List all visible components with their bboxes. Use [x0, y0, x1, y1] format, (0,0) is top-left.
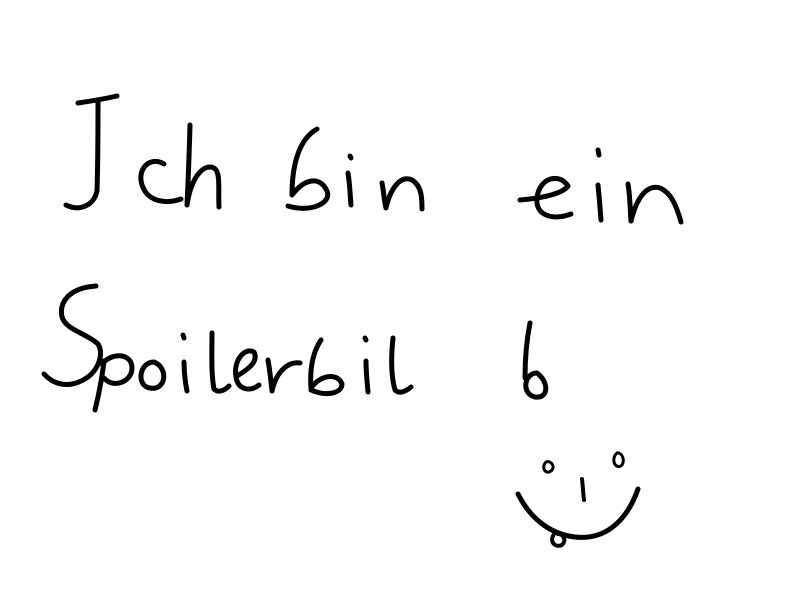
- stroke-h: [184, 122, 222, 210]
- stroke-n-1: [379, 176, 425, 212]
- stroke-n-2: [625, 181, 684, 225]
- stroke-e-line2: [233, 348, 262, 392]
- stroke-i-line2b-stem: [363, 358, 371, 395]
- stroke-i-line2-dot: [180, 332, 187, 341]
- stroke-i-1-stem: [345, 170, 354, 208]
- stroke-b-line2: [308, 337, 345, 397]
- stroke-i-line2b-dot: [362, 335, 369, 343]
- stroke-e: [517, 175, 574, 220]
- stroke-b: [285, 126, 331, 211]
- smiley-tongue: [550, 532, 567, 548]
- stroke-d: [522, 320, 549, 400]
- stroke-l: [209, 330, 232, 394]
- handwriting-drawing: [41, 93, 684, 548]
- drawing-canvas: Ich bin ein Spoilerbild: [0, 0, 800, 600]
- stroke-o-1: [138, 359, 167, 391]
- smiley-face: [515, 451, 641, 548]
- smiley-right-eye: [612, 451, 625, 468]
- stroke-i-2-stem: [595, 182, 604, 223]
- smiley-mouth: [515, 486, 641, 540]
- handwritten-line-2: [41, 283, 549, 413]
- stroke-l-line2b: [389, 335, 414, 395]
- stroke-c: [138, 159, 184, 205]
- stroke-i-1-dot: [347, 153, 354, 161]
- smiley-nose: [580, 477, 586, 502]
- stroke-r: [265, 357, 303, 394]
- stroke-i-2-dot: [595, 147, 602, 158]
- stroke-I-stem: [63, 98, 101, 211]
- stroke-S: [41, 283, 104, 387]
- stroke-p: [92, 353, 135, 413]
- stroke-i-line2-stem: [181, 359, 190, 394]
- smiley-left-eye: [542, 460, 555, 474]
- handwritten-line-1: [63, 93, 684, 225]
